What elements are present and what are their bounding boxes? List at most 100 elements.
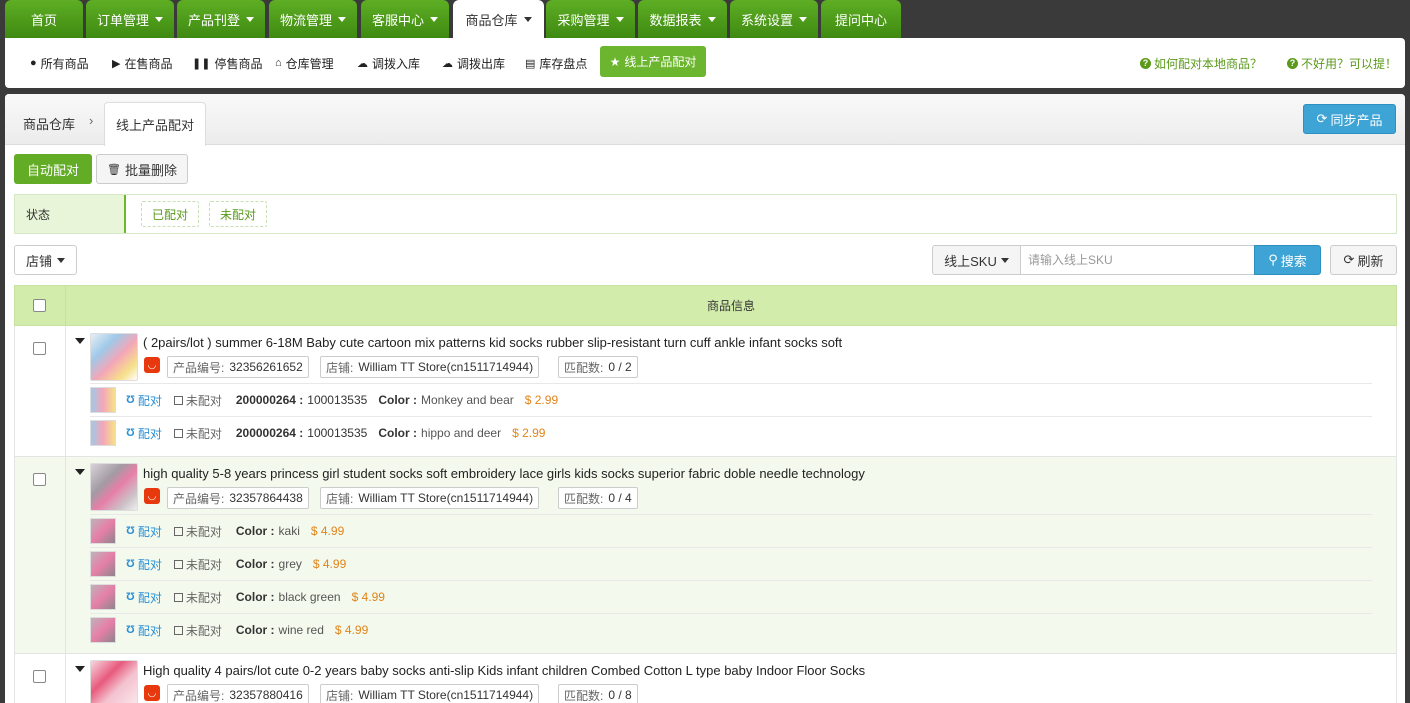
tag-key: 匹配数: [564,491,604,506]
subnav-label: 所有商品 [40,56,89,71]
nav-tab-reports[interactable]: 数据报表 [638,0,727,38]
product-title[interactable]: ( 2pairs/lot ) summer 6-18M Baby cute ca… [143,335,842,350]
filter-unmatched[interactable]: 未配对 [209,201,267,227]
match-link[interactable]: Ʊ 配对 [126,589,162,606]
nav-tab-purchase[interactable]: 采购管理 [546,0,635,38]
status-label: 未配对 [185,557,222,572]
match-link[interactable]: Ʊ 配对 [126,622,162,639]
shop-tag: 店铺: William TT Store(cn1511714944) [320,487,540,509]
variant-thumbnail [90,617,116,643]
subnav-label: 线上产品配对 [624,55,697,69]
help-text: 不好用？可以提！ [1301,56,1398,71]
batch-delete-button[interactable]: 🗑 批量删除 [96,154,188,184]
sku-attr-id: 200000264 : [235,393,304,407]
match-link[interactable]: Ʊ 配对 [126,523,162,540]
color-label: Color : [235,557,275,571]
nav-tab-label: 采购管理 [557,12,610,28]
match-link[interactable]: Ʊ 配对 [126,556,162,573]
refresh-button[interactable]: ⟳ 刷新 [1330,245,1397,275]
variant-thumbnail [90,518,116,544]
star-icon: ★ [609,54,621,69]
unmatched-status: 未配对 [173,622,222,639]
subnav-on-sale[interactable]: ▶ 在售商品 [112,38,172,88]
magnet-icon: Ʊ [126,624,135,636]
select-all-checkbox[interactable] [33,299,46,312]
collapse-toggle-icon[interactable] [75,469,85,475]
color-value: wine red [278,623,324,637]
play-icon: ▶ [112,57,121,70]
subnav-stocktake[interactable]: ▤ 库存盘点 [525,38,587,88]
nav-tab-settings[interactable]: 系统设置 [730,0,818,38]
subnav-online-match[interactable]: ★ 线上产品配对 [600,46,706,77]
collapse-toggle-icon[interactable] [75,666,85,672]
tag-value: 0 / 8 [608,688,632,702]
caret-down-icon [155,16,163,22]
subnav-label: 调拨入库 [372,56,421,71]
sync-products-button[interactable]: ⟳ 同步产品 [1303,104,1396,134]
nav-tab-questions[interactable]: 提问中心 [821,0,901,38]
breadcrumb-root[interactable]: 商品仓库 [23,114,75,133]
subnav-stopped[interactable]: ❚❚ 停售商品 [192,38,262,88]
nav-tab-home[interactable]: 首页 [5,0,83,38]
row-checkbox[interactable] [33,473,46,486]
variant-price: $ 4.99 [351,590,385,604]
sku-type-dropdown[interactable]: 线上SKU [932,245,1021,275]
question-icon: ? [1287,57,1298,69]
unmatched-status: 未配对 [173,392,222,409]
match-label: 配对 [137,623,162,638]
breadcrumb-separator: › [89,113,94,128]
match-label: 配对 [137,524,162,539]
subnav-all-products[interactable]: ● 所有商品 [30,38,89,88]
collapse-toggle-icon[interactable] [75,338,85,344]
row-checkbox[interactable] [33,670,46,683]
filter-label: 状态 [15,195,126,233]
variant-thumbnail [90,551,116,577]
search-button[interactable]: ⚲ 搜索 [1254,245,1321,275]
variant-price: $ 4.99 [312,557,347,571]
table-header: 商品信息 [14,285,1397,326]
sku-attr-id: 200000264 : [235,426,304,440]
shop-dropdown[interactable]: 店铺 [14,245,77,275]
match-count-tag: 匹配数: 0 / 2 [558,356,638,378]
product-thumbnail [90,660,138,703]
nav-tab-logistics[interactable]: 物流管理 [269,0,357,38]
row-checkbox[interactable] [33,342,46,355]
match-link[interactable]: Ʊ 配对 [126,392,162,409]
subnav-warehouse[interactable]: ⌂ 仓库管理 [275,38,334,88]
help-text: 如何配对本地商品？ [1154,56,1263,71]
color-value: grey [278,557,302,571]
caret-down-icon [338,16,346,22]
product-number-tag: 产品编号: 32357864438 [167,487,309,509]
subnav-transfer-out[interactable]: ☁ 调拨出库 [442,38,505,88]
match-link[interactable]: Ʊ 配对 [126,425,162,442]
sku-search-input[interactable] [1020,245,1255,275]
nav-tab-warehouse[interactable]: 商品仓库 [453,0,544,38]
tag-key: 店铺: [326,360,354,375]
nav-tab-service[interactable]: 客服中心 [361,0,449,38]
help-link-feedback[interactable]: ? 不好用？可以提！ [1287,38,1397,88]
filter-matched[interactable]: 已配对 [141,201,199,227]
magnet-icon: Ʊ [126,525,135,537]
product-title[interactable]: high quality 5-8 years princess girl stu… [143,466,865,481]
status-label: 未配对 [185,524,222,539]
variant-thumbnail [90,420,116,446]
match-label: 配对 [137,393,162,408]
auto-match-button[interactable]: 自动配对 [14,154,92,184]
nav-tab-label: 产品刊登 [187,12,240,28]
shop-tag: 店铺: William TT Store(cn1511714944) [320,684,540,703]
nav-tab-orders[interactable]: 订单管理 [86,0,174,38]
tag-value: 32357864438 [229,491,303,505]
color-label: Color : [235,623,275,637]
header-checkbox-cell [15,286,66,325]
subnav-label: 在售商品 [124,56,173,71]
subnav-transfer-in[interactable]: ☁ 调拨入库 [357,38,420,88]
nav-tab-listing[interactable]: 产品刊登 [177,0,265,38]
cloud-upload-icon: ☁ [357,57,368,70]
help-link-how-to-match[interactable]: ? 如何配对本地商品？ [1140,38,1262,88]
dropdown-label: 店铺 [25,253,52,269]
nav-tab-label: 提问中心 [834,12,887,28]
nav-tab-label: 系统设置 [740,12,793,28]
product-title[interactable]: High quality 4 pairs/lot cute 0-2 years … [143,663,865,678]
button-label: 批量删除 [124,162,177,178]
status-filter: 状态 已配对 未配对 [14,194,1397,234]
